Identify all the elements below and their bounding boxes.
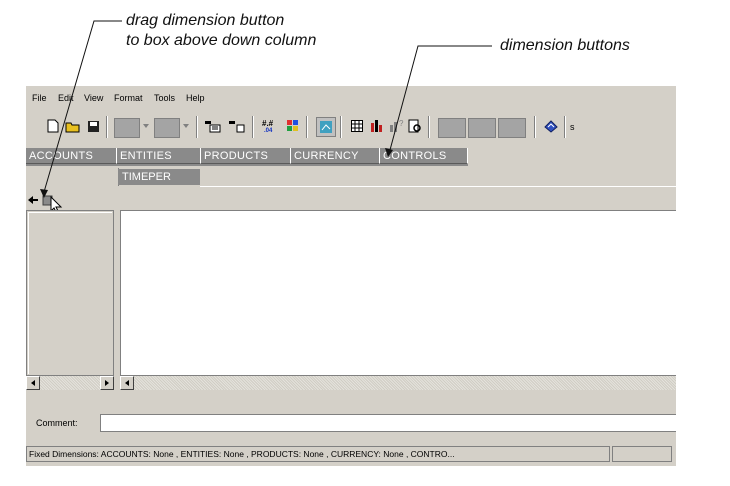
- row-header-pane[interactable]: [26, 210, 114, 376]
- swap-icon[interactable]: [228, 117, 246, 135]
- row-dimension-drop-box[interactable]: [26, 168, 119, 186]
- toolbar-separator: [564, 116, 566, 138]
- menu-format[interactable]: Format: [114, 93, 143, 103]
- dimension-button-currency[interactable]: CURRENCY: [291, 148, 380, 164]
- toolbar-trailing-label: s: [570, 122, 575, 132]
- comment-label: Comment:: [36, 418, 78, 428]
- dimension-button-products[interactable]: PRODUCTS: [201, 148, 291, 164]
- annotation-drag-line2: to box above down column: [126, 32, 317, 49]
- dimension-button-accounts[interactable]: ACCOUNTS: [26, 148, 117, 164]
- scrollbar-track[interactable]: [134, 376, 690, 390]
- table-icon[interactable]: [348, 117, 366, 135]
- column-dimension-row: TIMEPER: [26, 168, 690, 187]
- svg-text:#.#: #.#: [262, 119, 274, 128]
- dimension-button-entities[interactable]: ENTITIES: [117, 148, 201, 164]
- scroll-right-button[interactable]: [100, 376, 114, 390]
- comment-input[interactable]: [100, 414, 690, 432]
- annotation-drag-line1: drag dimension button: [126, 12, 285, 29]
- chevron-down-icon[interactable]: [143, 124, 149, 128]
- grey-color-block[interactable]: [114, 118, 140, 138]
- svg-text:.04: .04: [264, 128, 273, 133]
- toolbar-separator: [106, 116, 108, 138]
- menu-view[interactable]: View: [84, 93, 103, 103]
- menu-help[interactable]: Help: [186, 93, 205, 103]
- new-doc-icon[interactable]: [44, 117, 62, 135]
- toolbar-separator: [252, 116, 254, 138]
- menu-file[interactable]: File: [32, 93, 47, 103]
- annotation-dimension-buttons: dimension buttons: [500, 37, 630, 54]
- column-drop-area[interactable]: [200, 168, 690, 187]
- data-grid[interactable]: [120, 210, 690, 376]
- svg-text:?: ?: [399, 119, 404, 128]
- grey-color-block[interactable]: [468, 118, 496, 138]
- bar-chart-icon[interactable]: [368, 117, 386, 135]
- scroll-left-button[interactable]: [26, 376, 40, 390]
- comment-row: Comment:: [26, 412, 690, 434]
- toolbar: #.# .04 ? s: [26, 110, 690, 144]
- status-bar: Fixed Dimensions: ACCOUNTS: None , ENTIT…: [26, 446, 610, 462]
- pivot-icon[interactable]: [204, 117, 222, 135]
- dimension-button-timeper[interactable]: TIMEPER: [118, 169, 200, 185]
- color-grid-icon[interactable]: [284, 117, 302, 135]
- scrollbar-track[interactable]: [40, 376, 100, 390]
- toolbar-separator: [340, 116, 342, 138]
- grid-horizontal-scrollbar[interactable]: [120, 376, 690, 390]
- save-icon[interactable]: [84, 117, 102, 135]
- torn-edge: [676, 86, 706, 470]
- status-bar-panel: [612, 446, 672, 462]
- menu-tools[interactable]: Tools: [154, 93, 175, 103]
- toolbar-separator: [196, 116, 198, 138]
- scroll-left-button[interactable]: [120, 376, 134, 390]
- dimension-button-row: ACCOUNTS ENTITIES PRODUCTS CURRENCY CONT…: [26, 148, 468, 166]
- menu-edit[interactable]: Edit: [58, 93, 74, 103]
- application-window: File Edit View Format Tools Help #.#.04: [26, 86, 690, 466]
- chart-view-icon[interactable]: [316, 117, 336, 137]
- chevron-down-icon[interactable]: [183, 124, 189, 128]
- open-folder-icon[interactable]: [64, 117, 82, 135]
- toolbar-separator: [428, 116, 430, 138]
- toolbar-separator: [306, 116, 308, 138]
- grey-color-block[interactable]: [154, 118, 180, 138]
- book-icon[interactable]: [542, 117, 560, 135]
- number-format-icon[interactable]: #.# .04: [260, 117, 278, 135]
- chart-help-icon[interactable]: ?: [388, 117, 406, 135]
- dimension-button-controls[interactable]: CONTROLS: [380, 148, 468, 164]
- toolbar-separator: [534, 116, 536, 138]
- left-horizontal-scrollbar[interactable]: [26, 376, 114, 390]
- grey-color-block[interactable]: [498, 118, 526, 138]
- header-row: [26, 188, 690, 215]
- menu-bar: File Edit View Format Tools Help: [26, 90, 690, 108]
- grey-color-block[interactable]: [438, 118, 466, 138]
- print-preview-icon[interactable]: [406, 117, 424, 135]
